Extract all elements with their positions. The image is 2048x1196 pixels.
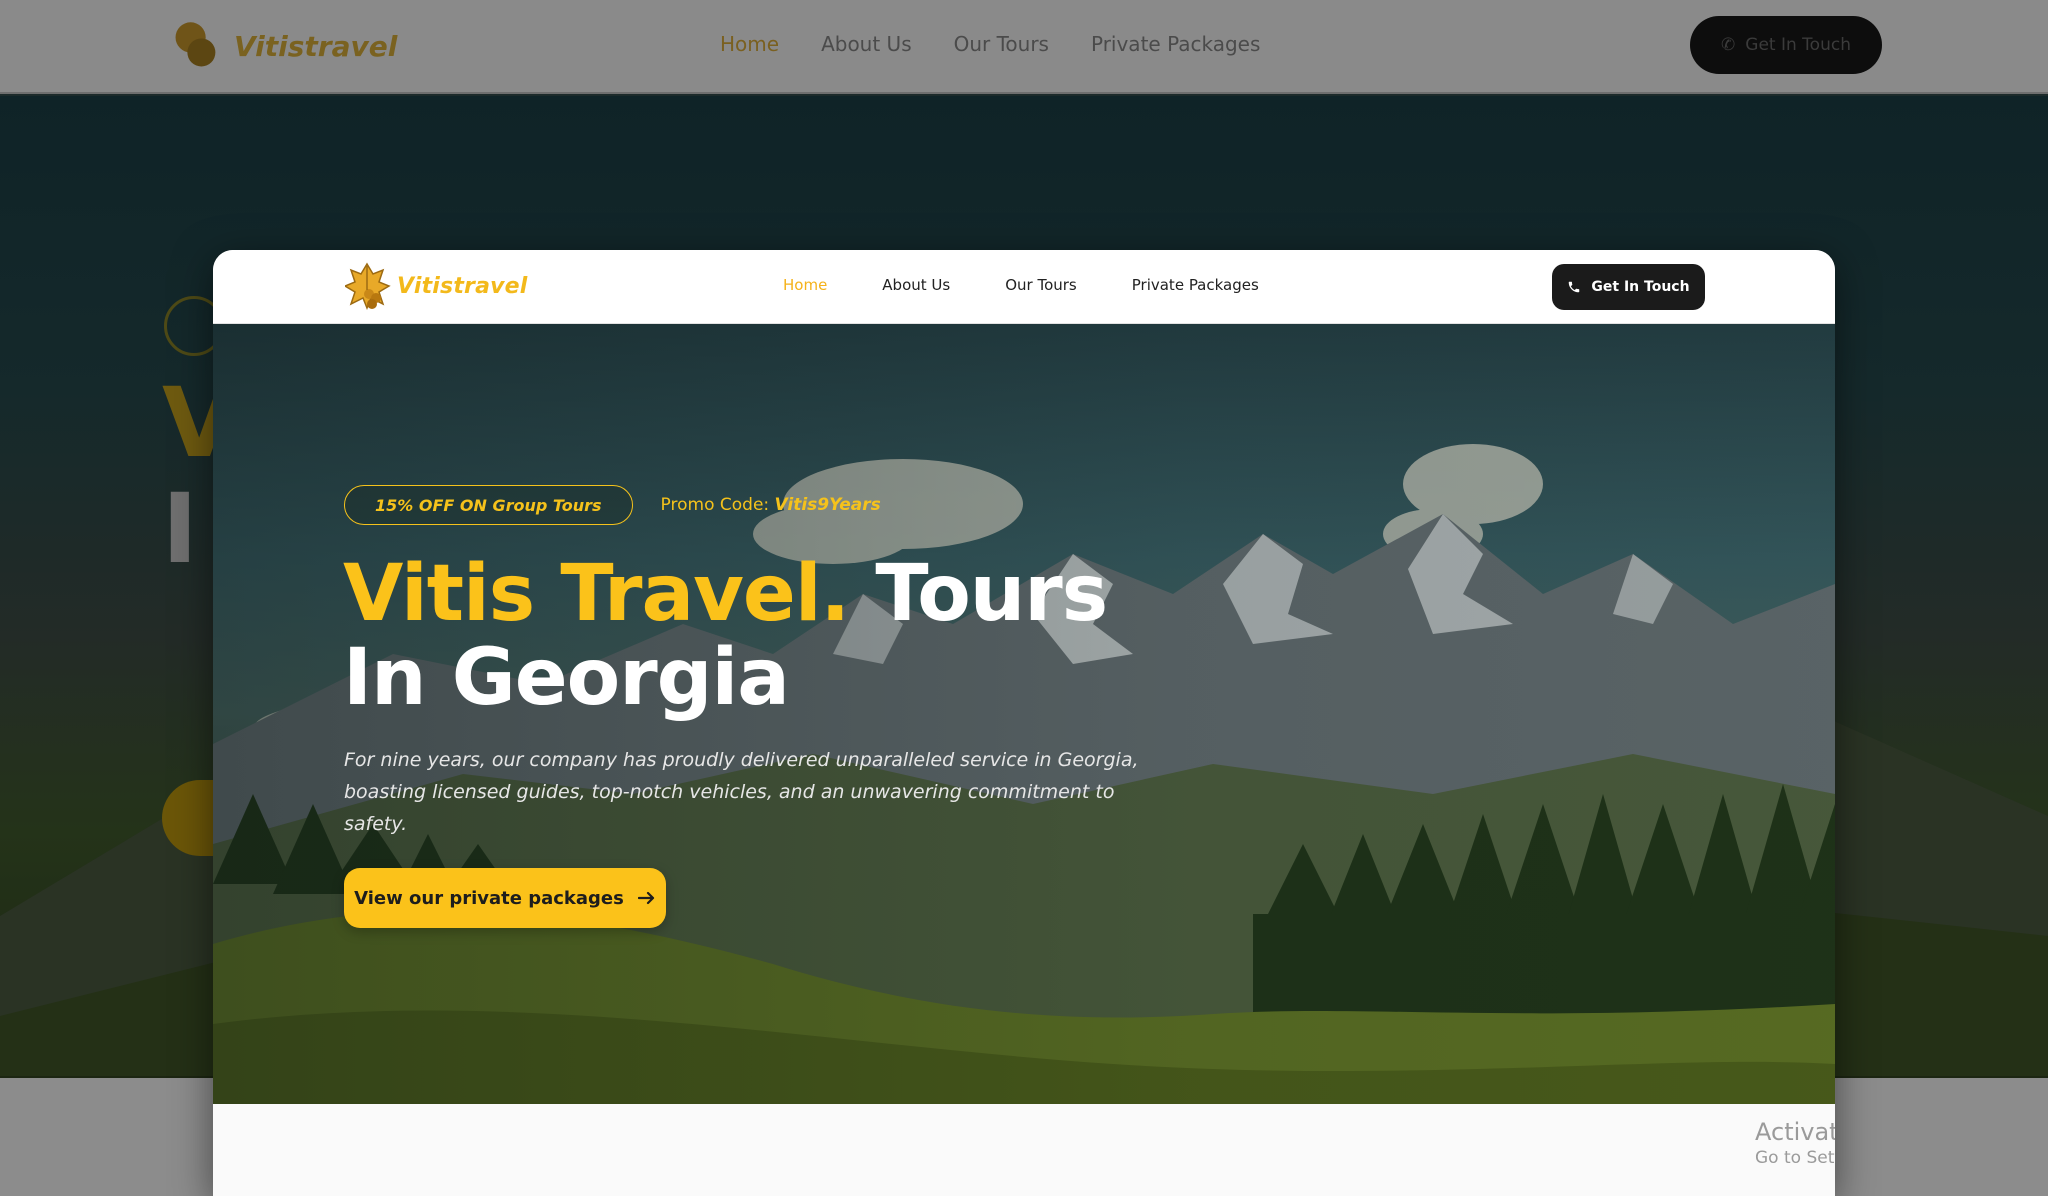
grape-leaf-icon (345, 262, 391, 311)
site-header: Vitistravel Home About Us Our Tours Priv… (213, 250, 1835, 324)
page-preview-window: Vitistravel Home About Us Our Tours Priv… (213, 250, 1835, 1196)
promo-code-label: Promo Code: (660, 495, 775, 515)
watermark-line-2: Go to Sett (1755, 1148, 1835, 1168)
get-in-touch-label: Get In Touch (1591, 279, 1690, 295)
view-private-packages-label: View our private packages (354, 887, 624, 909)
site-logo-text: Vitistravel (397, 273, 528, 299)
background-nav-tours: Our Tours (953, 32, 1049, 56)
get-in-touch-button[interactable]: Get In Touch (1552, 264, 1705, 310)
hero-section: 15% OFF ON Group Tours Promo Code: Vitis… (213, 324, 1835, 1104)
background-cta-label: Get In Touch (1745, 35, 1851, 55)
hero-title-rest-2: In Georgia (343, 633, 790, 723)
background-header: Vitistravel Home About Us Our Tours Priv… (0, 0, 2048, 94)
phone-icon (1569, 281, 1580, 293)
hero-title: Vitis Travel. Tours In Georgia (343, 552, 1243, 720)
hero-title-highlight: Vitis Travel. (343, 549, 850, 639)
watermark-line-1: Activate (1755, 1118, 1835, 1146)
promo-code-text: Promo Code: Vitis9Years (661, 495, 881, 515)
arrow-right-icon (637, 891, 654, 905)
grape-leaf-icon (175, 22, 216, 67)
site-logo[interactable]: Vitistravel (345, 260, 528, 312)
background-logo: Vitistravel (170, 18, 397, 74)
promo-row: 15% OFF ON Group Tours Promo Code: Vitis… (344, 485, 881, 525)
background-nav-packages: Private Packages (1090, 32, 1261, 56)
hero-description: For nine years, our company has proudly … (344, 749, 1139, 835)
background-nav-about: About Us (821, 32, 912, 56)
phone-icon: ✆ (1721, 35, 1736, 55)
view-private-packages-button[interactable]: View our private packages (344, 868, 666, 928)
background-nav: Home About Us Our Tours Private Packages (720, 32, 1260, 56)
group-tours-discount-badge: 15% OFF ON Group Tours (344, 485, 633, 525)
activate-windows-watermark: Activate Go to Sett (1755, 1118, 1835, 1168)
nav-item-home[interactable]: Home (783, 276, 827, 294)
background-nav-home: Home (720, 32, 780, 56)
nav-item-our-tours[interactable]: Our Tours (1005, 276, 1077, 294)
nav-item-about-us[interactable]: About Us (882, 276, 950, 294)
main-nav: Home About Us Our Tours Private Packages (783, 276, 1259, 294)
hero-title-rest-1: Tours (875, 549, 1108, 639)
promo-code-value: Vitis9Years (774, 495, 881, 515)
background-cta: ✆ Get In Touch (1690, 16, 1882, 74)
nav-item-private-packages[interactable]: Private Packages (1132, 276, 1259, 294)
next-section (213, 1104, 1835, 1196)
background-logo-text: Vitistravel (234, 29, 398, 63)
